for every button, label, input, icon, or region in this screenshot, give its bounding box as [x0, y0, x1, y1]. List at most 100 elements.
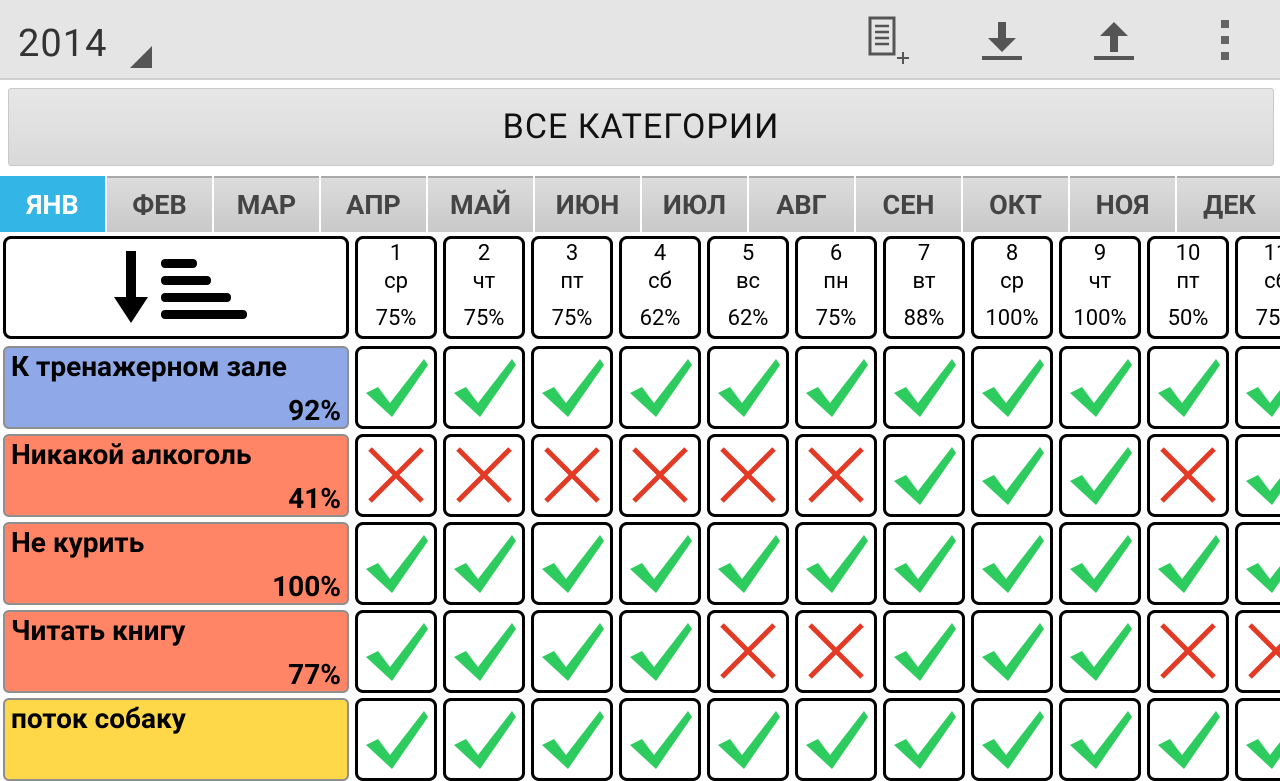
day-cell[interactable] — [707, 522, 789, 605]
day-header: 10 пт 50% — [1147, 236, 1229, 339]
day-cell[interactable] — [883, 346, 965, 429]
habit-name: поток собаку — [11, 702, 186, 735]
day-cell[interactable] — [971, 698, 1053, 781]
check-icon — [982, 535, 1044, 593]
check-icon — [982, 711, 1044, 769]
tab-month-5[interactable]: МАЙ — [428, 176, 533, 232]
day-cell[interactable] — [1059, 434, 1141, 517]
day-cell[interactable] — [795, 610, 877, 693]
day-cell[interactable] — [619, 346, 701, 429]
day-pct: 75% — [815, 306, 857, 331]
check-icon — [1158, 359, 1220, 417]
tab-month-1[interactable]: ЯНВ — [0, 176, 105, 232]
day-cell[interactable] — [971, 522, 1053, 605]
year-selector[interactable]: 2014 — [18, 22, 107, 66]
day-cell[interactable] — [1147, 346, 1229, 429]
day-cell[interactable] — [1147, 434, 1229, 517]
day-cell[interactable] — [795, 434, 877, 517]
day-cell[interactable] — [1147, 522, 1229, 605]
habit-label[interactable]: поток собаку — [3, 698, 349, 781]
day-cell[interactable] — [707, 698, 789, 781]
day-cell[interactable] — [443, 522, 525, 605]
day-cell[interactable] — [1235, 698, 1280, 781]
tab-month-7[interactable]: ИЮЛ — [642, 176, 747, 232]
day-cell[interactable] — [1059, 346, 1141, 429]
day-cell[interactable] — [707, 434, 789, 517]
day-pct: 62% — [727, 306, 769, 331]
day-wd: вт — [912, 269, 936, 294]
tab-month-10[interactable]: ОКТ — [963, 176, 1068, 232]
sort-button[interactable] — [3, 236, 349, 339]
day-cell[interactable] — [883, 698, 965, 781]
day-cell[interactable] — [971, 610, 1053, 693]
day-cell[interactable] — [1059, 522, 1141, 605]
add-sheet-icon[interactable] — [864, 16, 912, 64]
day-cell[interactable] — [355, 434, 437, 517]
tab-month-12[interactable]: ДЕК — [1177, 176, 1280, 232]
day-cell[interactable] — [795, 698, 877, 781]
day-header: 6 пн 75% — [795, 236, 877, 339]
day-cell[interactable] — [795, 346, 877, 429]
day-cell[interactable] — [1147, 698, 1229, 781]
day-cell[interactable] — [1059, 698, 1141, 781]
day-cell[interactable] — [531, 434, 613, 517]
day-cell[interactable] — [619, 610, 701, 693]
day-cell[interactable] — [795, 522, 877, 605]
tab-month-2[interactable]: ФЕВ — [107, 176, 212, 232]
day-cell[interactable] — [1147, 610, 1229, 693]
day-cell[interactable] — [531, 698, 613, 781]
day-cell[interactable] — [619, 434, 701, 517]
day-cell[interactable] — [883, 522, 965, 605]
tab-month-8[interactable]: АВГ — [749, 176, 854, 232]
habit-percent: 77% — [288, 658, 341, 691]
day-num: 7 — [917, 241, 931, 266]
day-cell[interactable] — [355, 698, 437, 781]
day-cell[interactable] — [1059, 610, 1141, 693]
check-icon — [982, 447, 1044, 505]
day-num: 3 — [565, 241, 579, 266]
day-cell[interactable] — [883, 434, 965, 517]
habit-label[interactable]: Читать книгу 77% — [3, 610, 349, 693]
day-cell[interactable] — [355, 346, 437, 429]
day-cell[interactable] — [1235, 522, 1280, 605]
day-cell[interactable] — [443, 610, 525, 693]
day-cell[interactable] — [355, 610, 437, 693]
all-categories-button[interactable]: ВСЕ КАТЕГОРИИ — [8, 88, 1274, 166]
day-cell[interactable] — [619, 522, 701, 605]
upload-icon[interactable] — [1090, 16, 1138, 64]
day-cell[interactable] — [531, 610, 613, 693]
habit-label[interactable]: Не курить 100% — [3, 522, 349, 605]
tab-month-4[interactable]: АПР — [321, 176, 426, 232]
day-cell[interactable] — [355, 522, 437, 605]
tab-month-9[interactable]: СЕН — [856, 176, 961, 232]
day-cell[interactable] — [443, 698, 525, 781]
day-cell[interactable] — [619, 698, 701, 781]
tab-month-11[interactable]: НОЯ — [1070, 176, 1175, 232]
spinner-arrow-icon[interactable] — [130, 46, 152, 68]
day-cell[interactable] — [883, 610, 965, 693]
habit-label[interactable]: К тренажерном зале 92% — [3, 346, 349, 429]
habit-label[interactable]: Никакой алкоголь 41% — [3, 434, 349, 517]
day-cell[interactable] — [707, 610, 789, 693]
tab-month-3[interactable]: МАР — [214, 176, 319, 232]
day-cell[interactable] — [531, 522, 613, 605]
day-cell[interactable] — [443, 346, 525, 429]
day-cell[interactable] — [971, 346, 1053, 429]
download-icon[interactable] — [978, 16, 1026, 64]
habit-name: Читать книгу — [11, 614, 186, 647]
day-cell[interactable] — [1235, 610, 1280, 693]
check-icon — [366, 711, 428, 769]
day-cell[interactable] — [1235, 346, 1280, 429]
cross-icon — [720, 623, 776, 679]
day-cell[interactable] — [1235, 434, 1280, 517]
day-cell[interactable] — [971, 434, 1053, 517]
check-icon — [1070, 447, 1132, 505]
action-bar: 2014 — [0, 0, 1280, 80]
tab-month-6[interactable]: ИЮН — [535, 176, 640, 232]
day-cell[interactable] — [707, 346, 789, 429]
day-cell[interactable] — [531, 346, 613, 429]
overflow-menu-icon[interactable] — [1202, 16, 1250, 64]
day-cell[interactable] — [443, 434, 525, 517]
day-header: 2 чт 75% — [443, 236, 525, 339]
habit-percent: 41% — [288, 482, 341, 515]
